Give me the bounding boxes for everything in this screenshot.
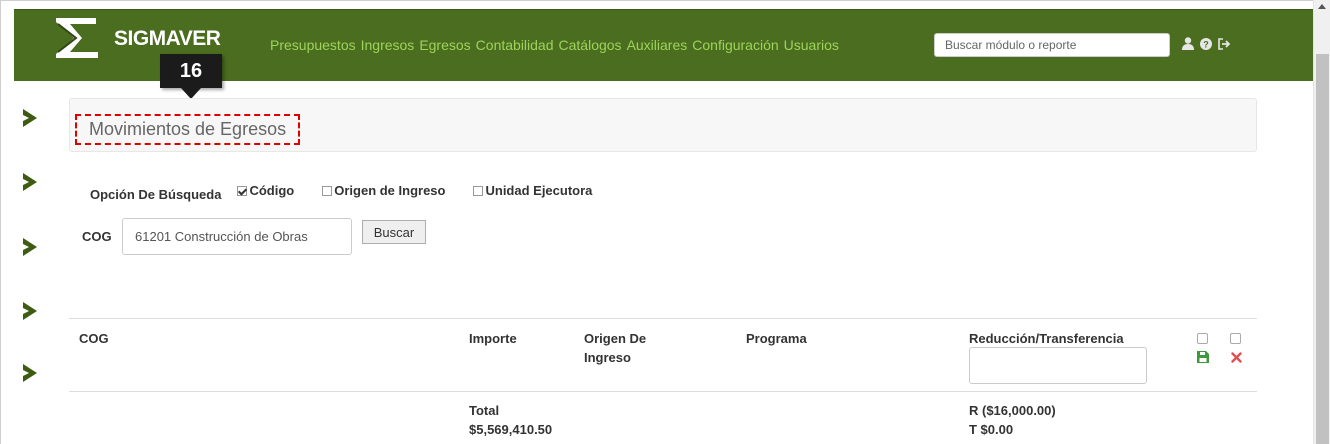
brand-name: SIGMAVER — [114, 27, 221, 50]
help-icon[interactable]: ? — [1200, 37, 1212, 50]
col-header-importe: Importe — [469, 331, 517, 346]
sidebar-chevron-right-icon[interactable] — [20, 107, 40, 129]
menu-usuarios[interactable]: Usuarios — [784, 37, 839, 53]
search-options: Opción De Búsqueda Código Origen de Ingr… — [90, 179, 620, 202]
total-reduccion: R ($16,000.00) — [969, 403, 1056, 418]
col-header-programa: Programa — [746, 331, 807, 346]
codigo-checkbox[interactable] — [237, 185, 248, 196]
sidebar-chevron-right-icon[interactable] — [20, 236, 40, 258]
menu-auxiliares[interactable]: Auxiliares — [627, 37, 688, 53]
navbar-icons: ? — [1182, 37, 1232, 50]
col-header-reduccion: Reducción/Transferencia — [969, 331, 1124, 346]
col-header-cog: COG — [79, 331, 109, 346]
cog-label: COG — [82, 229, 112, 244]
page-title: Movimientos de Egresos — [75, 114, 301, 145]
sigmaver-logo[interactable] — [52, 14, 112, 62]
menu-ingresos[interactable]: Ingresos — [361, 37, 415, 53]
table-top-border — [69, 318, 1257, 319]
menu-egresos[interactable]: Egresos — [419, 37, 470, 53]
origen-ingreso-checkbox[interactable] — [322, 185, 333, 196]
user-icon[interactable] — [1182, 37, 1194, 50]
option-origen-ingreso-label: Origen de Ingreso — [334, 183, 446, 198]
sidebar-chevron-right-icon[interactable] — [20, 362, 40, 384]
total-transferencia: T $0.00 — [969, 422, 1014, 437]
vertical-scrollbar[interactable] — [1313, 0, 1330, 444]
scrollbar-thumb[interactable] — [1316, 54, 1329, 444]
cog-input[interactable] — [122, 218, 352, 255]
save-icon[interactable] — [1197, 351, 1209, 363]
option-unidad-ejecutora[interactable]: Unidad Ejecutora — [473, 183, 592, 198]
option-unidad-ejecutora-label: Unidad Ejecutora — [485, 183, 593, 198]
page-header-panel: Movimientos de Egresos — [69, 98, 1257, 152]
sidebar-chevron-right-icon[interactable] — [20, 300, 40, 322]
menu-catalogos[interactable]: Catálogos — [559, 37, 622, 53]
reduccion-input[interactable] — [969, 347, 1147, 384]
sidebar-chevron-right-icon[interactable] — [20, 171, 40, 193]
unidad-ejecutora-checkbox[interactable] — [473, 185, 484, 196]
main-menu: Presupuestos Ingresos Egresos Contabilid… — [270, 37, 839, 53]
table-row-border — [69, 391, 1257, 392]
module-search-input[interactable] — [934, 33, 1170, 57]
step-number: 16 — [160, 54, 222, 88]
step-badge: 16 — [160, 54, 222, 99]
option-codigo[interactable]: Código — [237, 183, 294, 198]
col-header-origen-ingreso: Origen De Ingreso — [584, 331, 647, 365]
search-option-label: Opción De Búsqueda — [90, 187, 222, 202]
svg-text:?: ? — [1203, 39, 1209, 49]
select-delete-checkbox[interactable] — [1230, 333, 1241, 344]
delete-icon[interactable] — [1231, 352, 1242, 363]
option-origen-ingreso[interactable]: Origen de Ingreso — [322, 183, 445, 198]
option-codigo-label: Código — [249, 183, 295, 198]
total-importe: $5,569,410.50 — [469, 422, 553, 437]
menu-contabilidad[interactable]: Contabilidad — [476, 37, 554, 53]
select-save-checkbox[interactable] — [1197, 333, 1208, 344]
logout-icon[interactable] — [1218, 37, 1232, 50]
menu-configuracion[interactable]: Configuración — [692, 37, 778, 53]
total-label: Total — [469, 403, 500, 418]
buscar-button[interactable]: Buscar — [362, 220, 426, 244]
scroll-up-arrow-icon[interactable] — [1318, 4, 1326, 9]
menu-presupuestos[interactable]: Presupuestos — [270, 37, 356, 53]
